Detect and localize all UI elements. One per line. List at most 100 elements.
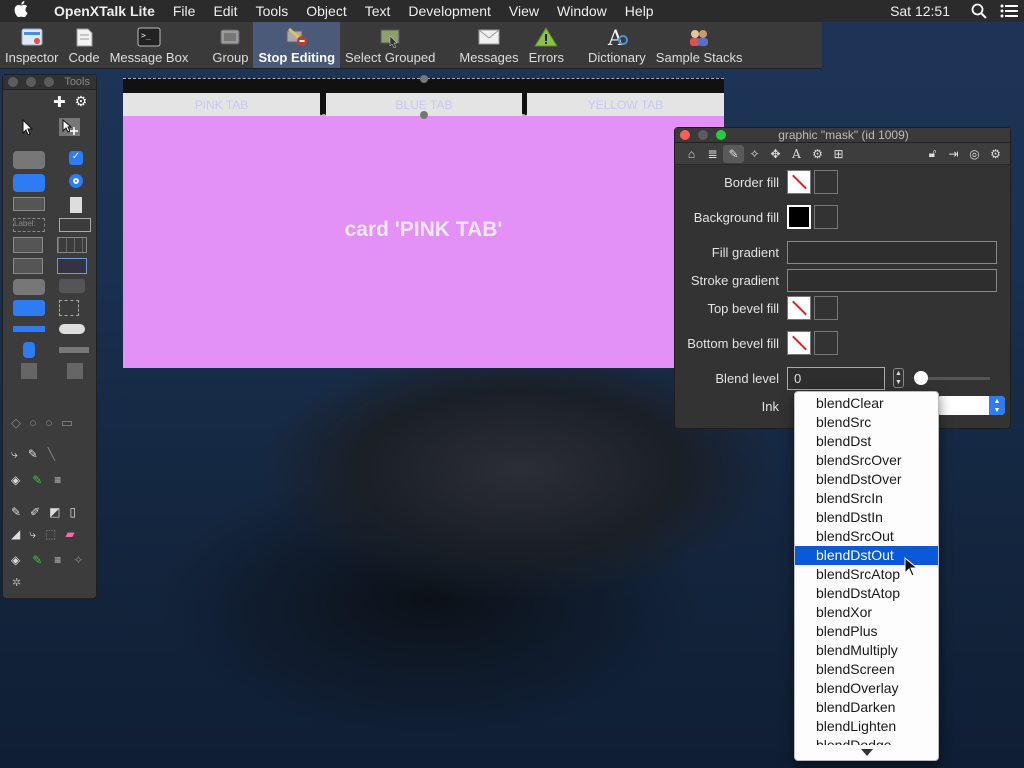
player-tool-icon[interactable] bbox=[67, 363, 83, 379]
menu-scroll-down-icon[interactable] bbox=[861, 749, 873, 756]
ink-option-blendLighten[interactable]: blendLighten bbox=[795, 717, 938, 736]
bottom-bevel-fill-pattern[interactable] bbox=[814, 331, 838, 355]
menu-object[interactable]: Object bbox=[297, 3, 355, 19]
stroke-gradient-field[interactable] bbox=[787, 268, 997, 292]
ink-option-blendDarken[interactable]: blendDarken bbox=[795, 698, 938, 717]
ink-option-blendDstIn[interactable]: blendDstIn bbox=[795, 508, 938, 527]
ink-option-blendSrcOut[interactable]: blendSrcOut bbox=[795, 527, 938, 546]
menu-edit[interactable]: Edit bbox=[204, 3, 246, 19]
bottom-bevel-fill-swatch[interactable] bbox=[787, 331, 811, 355]
target-icon[interactable]: ◎ bbox=[964, 145, 985, 163]
select-grouped-button[interactable]: Select Grouped bbox=[340, 22, 440, 68]
scrollbar-tool-icon[interactable] bbox=[23, 342, 35, 358]
minimize-dot-icon[interactable] bbox=[26, 77, 36, 87]
rectangle-button-tool-icon[interactable] bbox=[13, 197, 45, 211]
top-bevel-fill-swatch[interactable] bbox=[787, 296, 811, 320]
ink-option-blendPlus[interactable]: blendPlus bbox=[795, 622, 938, 641]
menu-view[interactable]: View bbox=[500, 3, 548, 19]
geometry-icon[interactable]: ⊞ bbox=[828, 145, 849, 163]
slider-tool-icon[interactable] bbox=[59, 324, 85, 334]
edit-tool-icon[interactable] bbox=[59, 118, 80, 136]
ink-option-blendSrc[interactable]: blendSrc bbox=[795, 413, 938, 432]
pencil-tool-icon[interactable]: ✎ bbox=[11, 505, 21, 519]
ink-option-blendDstOver[interactable]: blendDstOver bbox=[795, 470, 938, 489]
polygon-tool-icon[interactable]: ◇ bbox=[11, 415, 21, 431]
effects-wand-icon[interactable]: ✧ bbox=[744, 145, 765, 163]
menu-development[interactable]: Development bbox=[399, 3, 500, 19]
ink-option-blendOverlay[interactable]: blendOverlay bbox=[795, 679, 938, 698]
menu-help[interactable]: Help bbox=[616, 3, 663, 19]
fill-gradient-field[interactable] bbox=[787, 240, 997, 264]
fill-color-icon[interactable]: ◈ bbox=[11, 473, 20, 487]
message-box-button[interactable]: >_ Message Box bbox=[105, 22, 194, 68]
lock-icon[interactable]: 🔓︎ bbox=[922, 145, 943, 163]
ink-option-blendClear[interactable]: blendClear bbox=[795, 394, 938, 413]
control-center-list-icon[interactable] bbox=[994, 4, 1024, 18]
image-tool-icon[interactable] bbox=[21, 363, 37, 379]
gear-icon[interactable]: ⚙ bbox=[75, 93, 88, 111]
border-fill-swatch[interactable] bbox=[787, 170, 811, 194]
eraser-tool-icon[interactable]: ▰ bbox=[65, 527, 74, 542]
bucket-tool-icon[interactable]: ◩ bbox=[49, 505, 60, 519]
blend-level-slider-thumb[interactable] bbox=[914, 370, 928, 385]
curve-tool-icon[interactable]: ⤷ bbox=[11, 447, 18, 462]
menu-text[interactable]: Text bbox=[356, 3, 400, 19]
sample-stacks-button[interactable]: Sample Stacks bbox=[651, 22, 748, 68]
exit-icon[interactable]: ⇥ bbox=[943, 145, 964, 163]
add-icon[interactable]: ✚ bbox=[53, 93, 66, 111]
spray-tool-icon[interactable]: ▯ bbox=[69, 505, 76, 519]
round-rect-tool-icon[interactable]: ○ bbox=[45, 415, 53, 431]
brush-tool-icon[interactable]: ✐ bbox=[30, 505, 40, 519]
custom-properties-db-icon[interactable]: ≣ bbox=[702, 145, 723, 163]
background-fill-swatch[interactable] bbox=[787, 205, 811, 229]
table-field-tool-icon[interactable] bbox=[57, 237, 87, 253]
pattern-icon[interactable]: ✲ bbox=[12, 576, 21, 589]
paint-line-width-icon[interactable]: ≡ bbox=[54, 553, 61, 567]
paint-pencil-icon[interactable]: ✎ bbox=[32, 553, 42, 567]
rectangle-tool-icon[interactable]: ▭ bbox=[61, 415, 73, 431]
ink-option-blendXor[interactable]: blendXor bbox=[795, 603, 938, 622]
top-bevel-fill-pattern[interactable] bbox=[814, 296, 838, 320]
blend-level-stepper[interactable]: ▲ ▼ bbox=[893, 368, 904, 388]
position-move-icon[interactable]: ✥ bbox=[765, 145, 786, 163]
select-region-icon[interactable]: ⬚ bbox=[45, 527, 56, 542]
ink-option-blendDstAtop[interactable]: blendDstAtop bbox=[795, 584, 938, 603]
selection-handle-bottom[interactable] bbox=[420, 111, 428, 119]
advanced-gears-icon[interactable]: ⚙ bbox=[807, 145, 828, 163]
paint-fill-icon[interactable]: ◈ bbox=[11, 553, 20, 567]
line-width-icon[interactable]: ≡ bbox=[54, 473, 61, 487]
tab-yellow[interactable]: YELLOW TAB bbox=[527, 93, 724, 116]
dictionary-button[interactable]: A Dictionary bbox=[583, 22, 651, 68]
oval-tool-icon[interactable]: ○ bbox=[29, 415, 37, 431]
stack-card-area[interactable]: PINK TAB BLUE TAB YELLOW TAB card 'PINK … bbox=[123, 75, 724, 368]
menu-file[interactable]: File bbox=[164, 3, 205, 19]
inspector-button[interactable]: Inspector bbox=[0, 22, 63, 68]
messages-button[interactable]: Messages bbox=[454, 22, 523, 68]
ink-option-blendSrcOver[interactable]: blendSrcOver bbox=[795, 451, 938, 470]
radio-tool-icon[interactable] bbox=[69, 174, 83, 188]
checkbox-tool-icon[interactable]: ✓ bbox=[69, 151, 83, 165]
little-arrows-tool-icon[interactable] bbox=[59, 347, 89, 353]
browse-tool-icon[interactable] bbox=[17, 118, 38, 136]
menu-tools[interactable]: Tools bbox=[247, 3, 298, 19]
line-tool-icon[interactable]: ╲ bbox=[48, 447, 55, 462]
lasso-tool-icon[interactable]: ◢ bbox=[11, 527, 20, 542]
blend-level-slider[interactable] bbox=[914, 370, 990, 385]
datagrid-tool-icon[interactable] bbox=[57, 258, 87, 274]
ink-option-blendDodge[interactable]: blendDodge bbox=[795, 736, 938, 745]
close-dot-icon[interactable] bbox=[8, 77, 18, 87]
settings-gear-icon[interactable]: ⚙ bbox=[985, 145, 1006, 163]
menubar-clock[interactable]: Sat 12:51 bbox=[876, 3, 964, 19]
zoom-dot-icon[interactable] bbox=[44, 77, 54, 87]
default-button-tool-icon[interactable] bbox=[13, 174, 45, 192]
colors-pencil-icon[interactable]: ✎ bbox=[723, 144, 744, 163]
ink-option-blendMultiply[interactable]: blendMultiply bbox=[795, 641, 938, 660]
paste-tool-icon[interactable] bbox=[70, 197, 82, 213]
menu-window[interactable]: Window bbox=[548, 3, 616, 19]
blend-level-field[interactable]: 0 bbox=[787, 366, 885, 390]
freehand-tool-icon[interactable]: ✎ bbox=[28, 447, 38, 462]
ink-popup[interactable]: ▲ ▼ bbox=[937, 396, 1005, 415]
group-button[interactable]: Group bbox=[207, 22, 253, 68]
background-fill-pattern[interactable] bbox=[814, 205, 838, 229]
scrolling-field-tool-icon[interactable] bbox=[13, 237, 43, 253]
